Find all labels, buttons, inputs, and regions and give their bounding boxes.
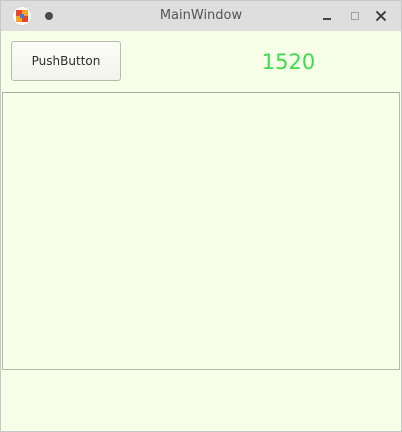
close-icon[interactable]: [373, 8, 389, 24]
window-title: MainWindow: [159, 8, 243, 23]
minimize-icon[interactable]: [319, 8, 335, 24]
text-area[interactable]: [2, 92, 400, 370]
app-icon[interactable]: [12, 6, 32, 26]
push-button[interactable]: PushButton: [11, 41, 121, 81]
main-window: MainWindow PushButton 1520: [0, 0, 402, 432]
on-all-desktops-icon[interactable]: [45, 12, 53, 20]
title-bar[interactable]: MainWindow: [1, 1, 401, 31]
maximize-icon[interactable]: [347, 8, 363, 24]
counter-label: 1520: [261, 50, 316, 74]
